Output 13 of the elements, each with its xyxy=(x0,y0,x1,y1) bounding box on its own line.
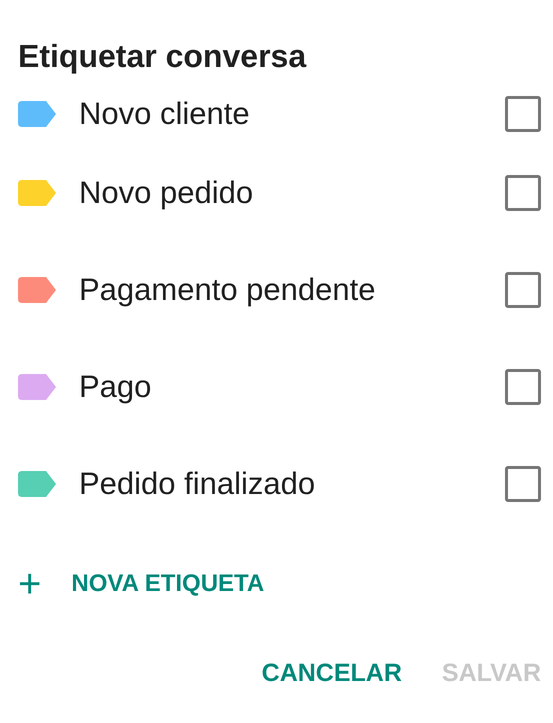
label-name: Pedido finalizado xyxy=(79,466,316,502)
cancel-button[interactable]: CANCELAR xyxy=(262,659,402,688)
dialog-title: Etiquetar conversa xyxy=(17,37,308,76)
checkbox[interactable] xyxy=(505,368,541,404)
checkbox[interactable] xyxy=(505,466,541,502)
label-name: Pagamento pendente xyxy=(79,272,376,308)
label-name: Novo pedido xyxy=(79,174,254,210)
new-label-button[interactable]: + NOVA ETIQUETA xyxy=(18,564,264,604)
checkbox[interactable] xyxy=(505,174,541,210)
label-name: Pago xyxy=(79,368,152,404)
checkbox[interactable] xyxy=(505,96,541,132)
checkbox[interactable] xyxy=(505,272,541,308)
label-name: Novo cliente xyxy=(79,96,251,132)
